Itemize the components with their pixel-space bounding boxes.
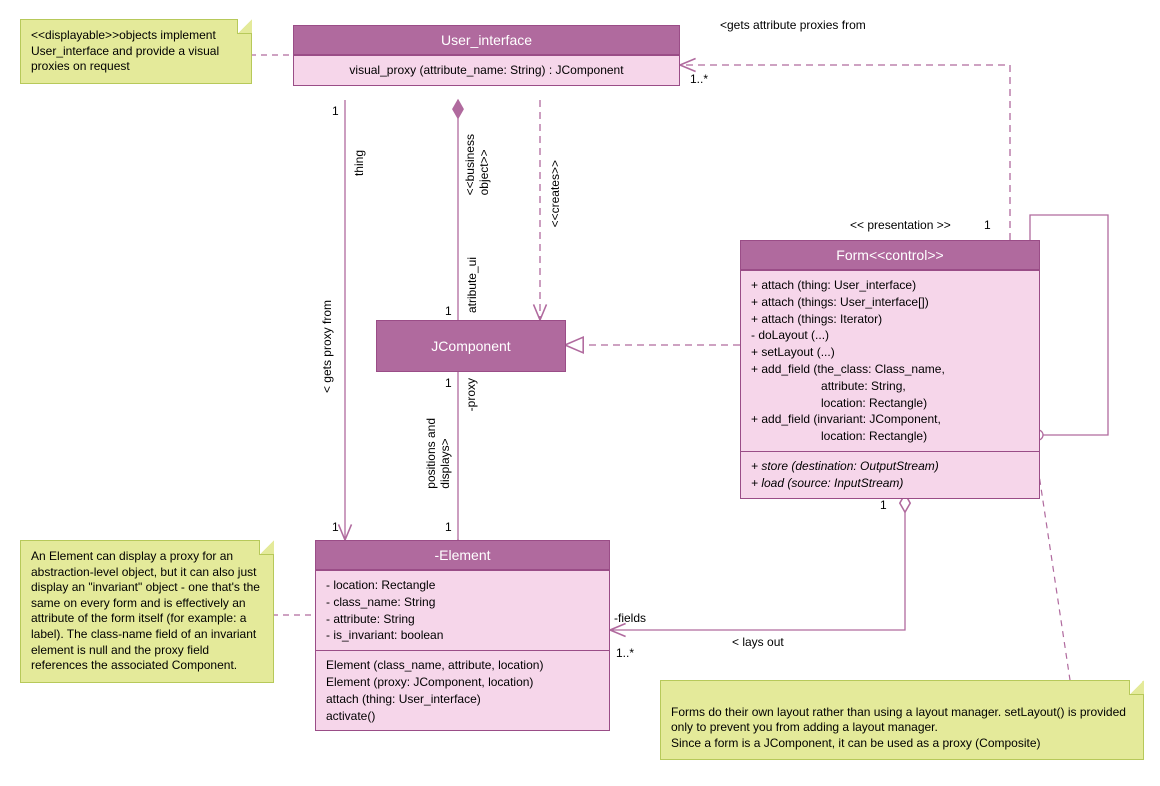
label-gets-attr-proxies: <gets attribute proxies from: [720, 18, 866, 32]
class-user-interface: User_interface visual_proxy (attribute_n…: [293, 25, 680, 86]
uml-canvas: <<displayable>>objects implement User_in…: [0, 0, 1160, 786]
label-multiplicity: 1: [332, 520, 339, 534]
note-element: An Element can display a proxy for an ab…: [20, 540, 274, 683]
label-multiplicity: 1: [445, 304, 452, 318]
label-proxy: -proxy: [464, 378, 478, 411]
label-gets-proxy-from: < gets proxy from: [320, 300, 334, 393]
label-creates: <<creates>>: [548, 160, 562, 227]
class-operations-italic: + store (destination: OutputStream) + lo…: [741, 451, 1039, 498]
note-displayable: <<displayable>>objects implement User_in…: [20, 19, 252, 84]
class-title: Form<<control>>: [741, 241, 1039, 270]
class-element: -Element - location: Rectangle - class_n…: [315, 540, 610, 731]
label-thing: thing: [352, 150, 366, 176]
label-atribute-ui: atribute_ui: [465, 257, 479, 313]
label-multiplicity: 1..*: [616, 646, 634, 660]
label-multiplicity: 1: [880, 498, 887, 512]
label-lays-out: < lays out: [732, 635, 784, 649]
note-form: Forms do their own layout rather than us…: [660, 680, 1144, 760]
class-attributes: - location: Rectangle - class_name: Stri…: [316, 570, 609, 650]
label-business-object: <<business object>>: [463, 134, 491, 195]
note-text: <<displayable>>objects implement User_in…: [31, 28, 219, 73]
class-operations: Element (class_name, attribute, location…: [316, 650, 609, 730]
class-title: User_interface: [294, 26, 679, 55]
note-text: An Element can display a proxy for an ab…: [31, 549, 260, 672]
label-multiplicity: 1: [445, 520, 452, 534]
class-title: JComponent: [431, 338, 510, 354]
class-jcomponent: JComponent: [376, 320, 566, 372]
label-multiplicity: 1: [984, 218, 991, 232]
class-operations: visual_proxy (attribute_name: String) : …: [294, 55, 679, 85]
label-multiplicity: 1: [332, 104, 339, 118]
class-form: Form<<control>> + attach (thing: User_in…: [740, 240, 1040, 499]
label-multiplicity: 1..*: [690, 72, 708, 86]
label-positions-displays: positions and displays>: [424, 418, 452, 489]
note-text: Forms do their own layout rather than us…: [671, 705, 1126, 750]
label-multiplicity: 1: [445, 376, 452, 390]
class-title: -Element: [316, 541, 609, 570]
label-presentation: << presentation >>: [850, 218, 951, 232]
class-operations: + attach (thing: User_interface) + attac…: [741, 270, 1039, 451]
label-fields: -fields: [614, 611, 646, 625]
